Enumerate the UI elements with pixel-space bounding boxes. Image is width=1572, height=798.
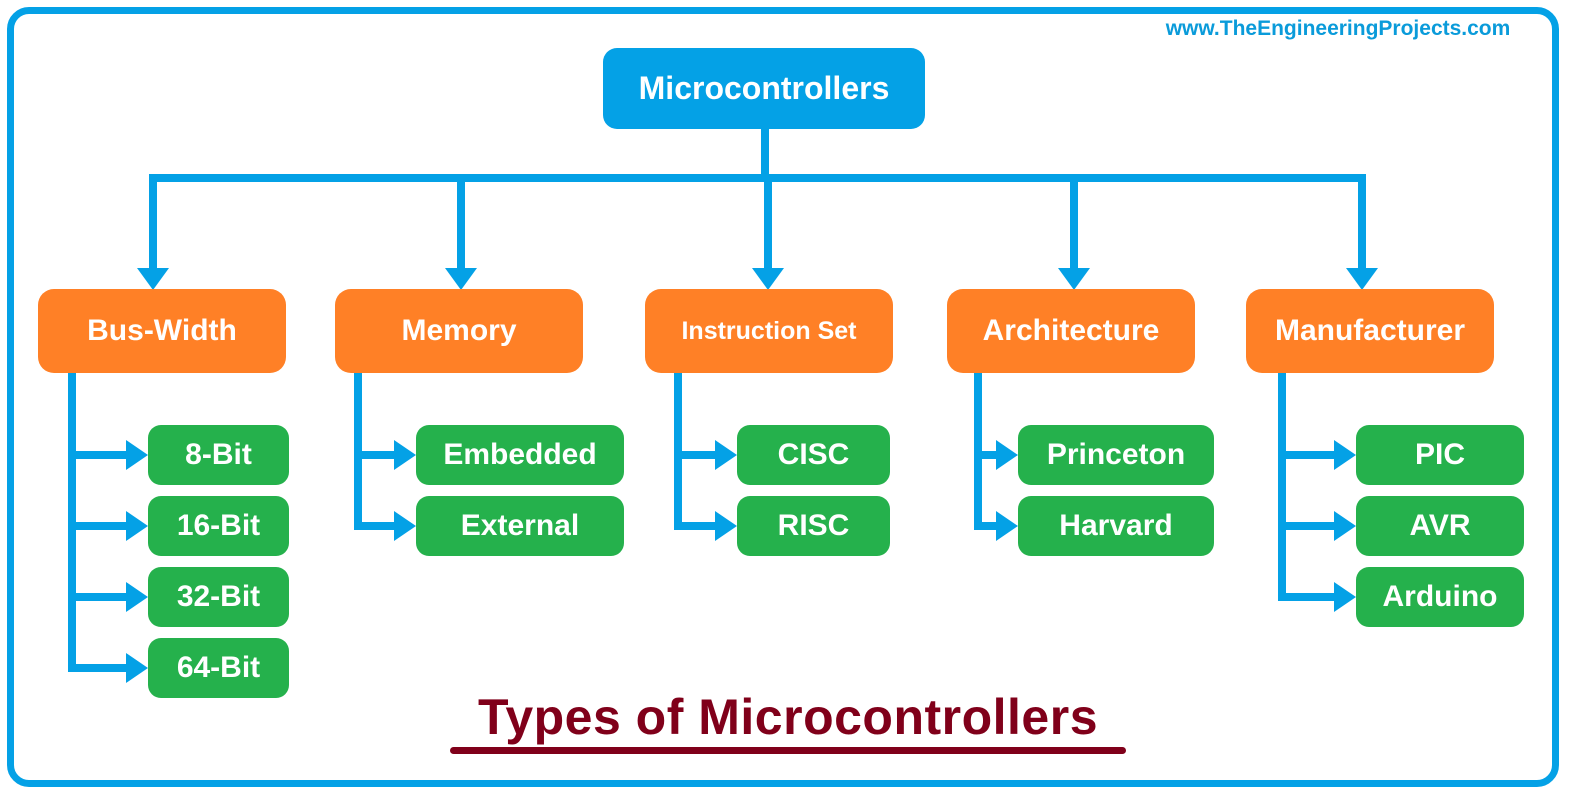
branch-line-2-0 [674,451,717,459]
branch-line-1-0 [354,451,396,459]
arrow-down-icon [137,268,169,290]
category-instruction-set: Instruction Set [645,289,893,373]
drop-line-0 [149,178,157,270]
arrow-down-icon [1058,268,1090,290]
branch-line-0-1 [68,522,128,530]
branch-line-4-2 [1278,593,1336,601]
arrow-right-icon [394,511,416,541]
branch-bus-line [149,174,1366,182]
arrow-right-icon [1334,511,1356,541]
category-bus-width: Bus-Width [38,289,286,373]
arrow-right-icon [715,440,737,470]
branch-line-1-1 [354,522,396,530]
category-architecture: Architecture [947,289,1195,373]
arrow-right-icon [394,440,416,470]
leaf-64-bit: 64-Bit [148,638,289,698]
leaf-princeton: Princeton [1018,425,1214,485]
category-manufacturer: Manufacturer [1246,289,1494,373]
arrow-down-icon [445,268,477,290]
drop-line-3 [1070,178,1078,270]
root-node-microcontrollers: Microcontrollers [603,48,925,129]
leaf-harvard: Harvard [1018,496,1214,556]
arrow-right-icon [1334,582,1356,612]
leaf-risc: RISC [737,496,890,556]
drop-line-2 [764,178,772,270]
leaf-embedded: Embedded [416,425,624,485]
leaf-8-bit: 8-Bit [148,425,289,485]
branch-line-2-1 [674,522,717,530]
arrow-right-icon [126,511,148,541]
leaf-external: External [416,496,624,556]
branch-line-0-2 [68,593,128,601]
drop-line-4 [1358,178,1366,270]
branch-line-0-3 [68,664,128,672]
leaf-32-bit: 32-Bit [148,567,289,627]
branch-line-3-0 [974,451,998,459]
root-stem-line [761,128,769,178]
branch-line-4-0 [1278,451,1336,459]
trunk-line-4 [1278,373,1286,601]
leaf-avr: AVR [1356,496,1524,556]
leaf-pic: PIC [1356,425,1524,485]
category-memory: Memory [335,289,583,373]
title-underline [450,747,1126,754]
leaf-arduino: Arduino [1356,567,1524,627]
leaf-16-bit: 16-Bit [148,496,289,556]
arrow-right-icon [996,511,1018,541]
diagram-title: Types of Microcontrollers [477,689,1099,745]
arrow-right-icon [715,511,737,541]
leaf-cisc: CISC [737,425,890,485]
arrow-down-icon [752,268,784,290]
branch-line-4-1 [1278,522,1336,530]
branch-line-0-0 [68,451,128,459]
arrow-right-icon [126,440,148,470]
drop-line-1 [457,178,465,270]
arrow-right-icon [126,653,148,683]
arrow-right-icon [1334,440,1356,470]
branch-line-3-1 [974,522,998,530]
arrow-right-icon [996,440,1018,470]
arrow-down-icon [1346,268,1378,290]
arrow-right-icon [126,582,148,612]
